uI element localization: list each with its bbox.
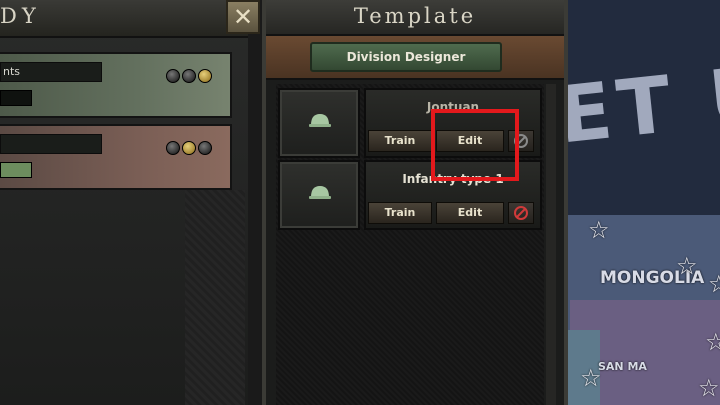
status-dot-icon [166, 141, 180, 155]
capital-star-icon[interactable]: ☆ [708, 272, 720, 296]
status-dot-icon [182, 69, 196, 83]
status-dot-icon [198, 69, 212, 83]
army-panel-title: DY [0, 4, 41, 28]
army-panel-header: DY [0, 0, 248, 38]
template-portrait [278, 160, 360, 230]
train-button[interactable]: Train [368, 130, 432, 152]
close-x-icon: ✕ [232, 3, 254, 31]
army-name-field[interactable] [0, 134, 102, 154]
template-list-scrollbar[interactable] [546, 84, 556, 405]
army-name-field[interactable]: nts [0, 62, 102, 82]
template-panel-header: Template [266, 0, 564, 36]
status-dot-icon [182, 141, 196, 155]
capital-star-icon[interactable]: ☆ [705, 330, 720, 354]
helmet-icon [309, 114, 331, 127]
close-button[interactable]: ✕ [226, 0, 260, 34]
capital-star-icon[interactable]: ☆ [698, 376, 720, 400]
template-panel-title: Template [353, 4, 477, 28]
army-panel: DY nts [0, 0, 248, 405]
division-designer-button[interactable]: Division Designer [310, 42, 502, 72]
template-portrait [278, 88, 360, 158]
disband-button[interactable] [508, 202, 534, 224]
army-list-item[interactable] [0, 124, 232, 190]
army-status-indicators [166, 68, 214, 87]
army-list-item[interactable]: nts [0, 52, 232, 118]
template-panel: Template Division Designer Jontuan Train… [262, 0, 568, 405]
edit-button[interactable]: Edit [436, 202, 504, 224]
capital-star-icon[interactable]: ☆ [588, 218, 610, 242]
map-label: SAN MA [598, 360, 647, 373]
map-country-label: ET U [554, 48, 720, 162]
status-dot-icon [166, 69, 180, 83]
helmet-icon [309, 186, 331, 199]
army-strength-bar [0, 162, 32, 178]
capital-star-icon[interactable]: ☆ [676, 254, 698, 278]
disband-icon [514, 206, 528, 220]
highlight-box [431, 109, 519, 181]
template-toolbar: Division Designer [266, 36, 564, 80]
capital-star-icon[interactable]: ☆ [580, 366, 602, 390]
status-dot-icon [198, 141, 212, 155]
panel-texture [185, 190, 245, 405]
train-button[interactable]: Train [368, 202, 432, 224]
army-strength-bar [0, 90, 32, 106]
army-status-indicators [166, 140, 214, 159]
